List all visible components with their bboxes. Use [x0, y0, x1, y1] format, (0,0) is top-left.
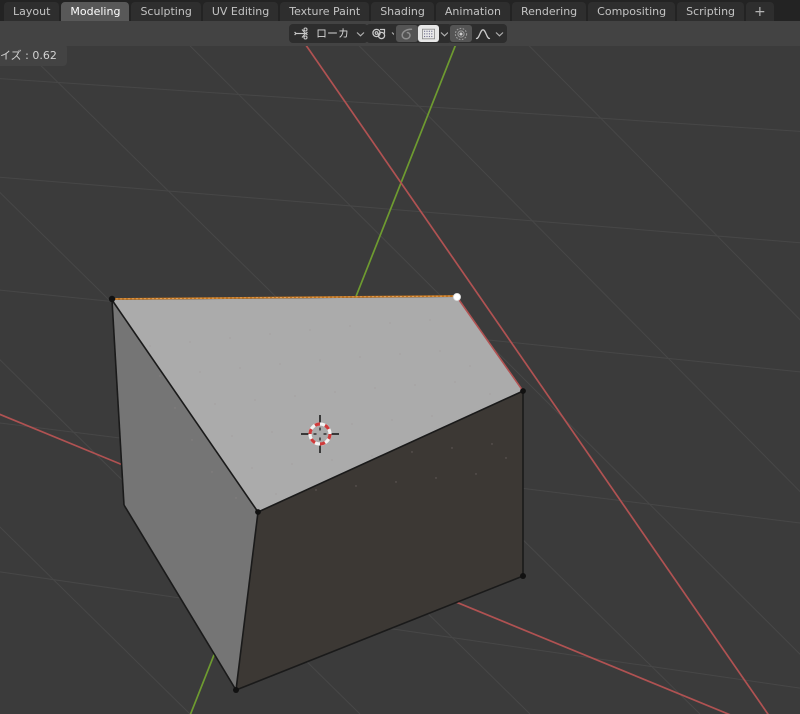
- chevron-down-icon[interactable]: [355, 25, 366, 42]
- proportional-edit-icon[interactable]: [450, 25, 472, 42]
- workspace-tab-rendering[interactable]: Rendering: [511, 2, 587, 21]
- proportional-falloff-group[interactable]: [448, 24, 507, 43]
- magnet-icon[interactable]: [368, 25, 390, 42]
- workspace-tab-uv-editing[interactable]: UV Editing: [202, 2, 279, 21]
- smooth-falloff-icon[interactable]: [472, 25, 494, 42]
- add-workspace-button[interactable]: +: [746, 2, 774, 21]
- workspace-tab-scripting[interactable]: Scripting: [677, 2, 745, 21]
- operator-info-text: イズ : 0.62: [0, 48, 57, 62]
- chevron-down-icon[interactable]: [494, 25, 505, 42]
- proportional-editing-group[interactable]: [394, 24, 452, 43]
- 3d-viewport[interactable]: イズ : 0.62: [0, 46, 800, 714]
- proportional-projected-icon[interactable]: [418, 25, 439, 42]
- vertex[interactable]: [233, 687, 239, 693]
- vertex-selected[interactable]: [452, 292, 461, 301]
- proportional-connected-icon[interactable]: [396, 25, 418, 42]
- workspace-tab-bar: Layout Modeling Sculpting UV Editing Tex…: [0, 0, 800, 21]
- workspace-tab-texture-paint[interactable]: Texture Paint: [280, 2, 370, 21]
- vertex[interactable]: [520, 573, 526, 579]
- viewport-header: ローカ: [0, 21, 800, 46]
- workspace-tab-layout[interactable]: Layout: [4, 2, 60, 21]
- vertex[interactable]: [255, 509, 261, 515]
- workspace-tab-animation[interactable]: Animation: [435, 2, 510, 21]
- viewport-canvas[interactable]: [0, 46, 800, 714]
- orientation-icon: [291, 25, 312, 42]
- blender-window: Layout Modeling Sculpting UV Editing Tex…: [0, 0, 800, 714]
- workspace-tab-compositing[interactable]: Compositing: [588, 2, 676, 21]
- workspace-tab-shading[interactable]: Shading: [371, 2, 434, 21]
- transform-orientation-group[interactable]: ローカ: [289, 24, 368, 43]
- workspace-tab-sculpting[interactable]: Sculpting: [131, 2, 201, 21]
- transform-orientation-value: ローカ: [316, 27, 349, 40]
- workspace-tab-modeling[interactable]: Modeling: [61, 2, 130, 21]
- vertex[interactable]: [108, 295, 116, 303]
- vertex[interactable]: [520, 388, 526, 394]
- operator-info-panel: イズ : 0.62: [0, 46, 67, 66]
